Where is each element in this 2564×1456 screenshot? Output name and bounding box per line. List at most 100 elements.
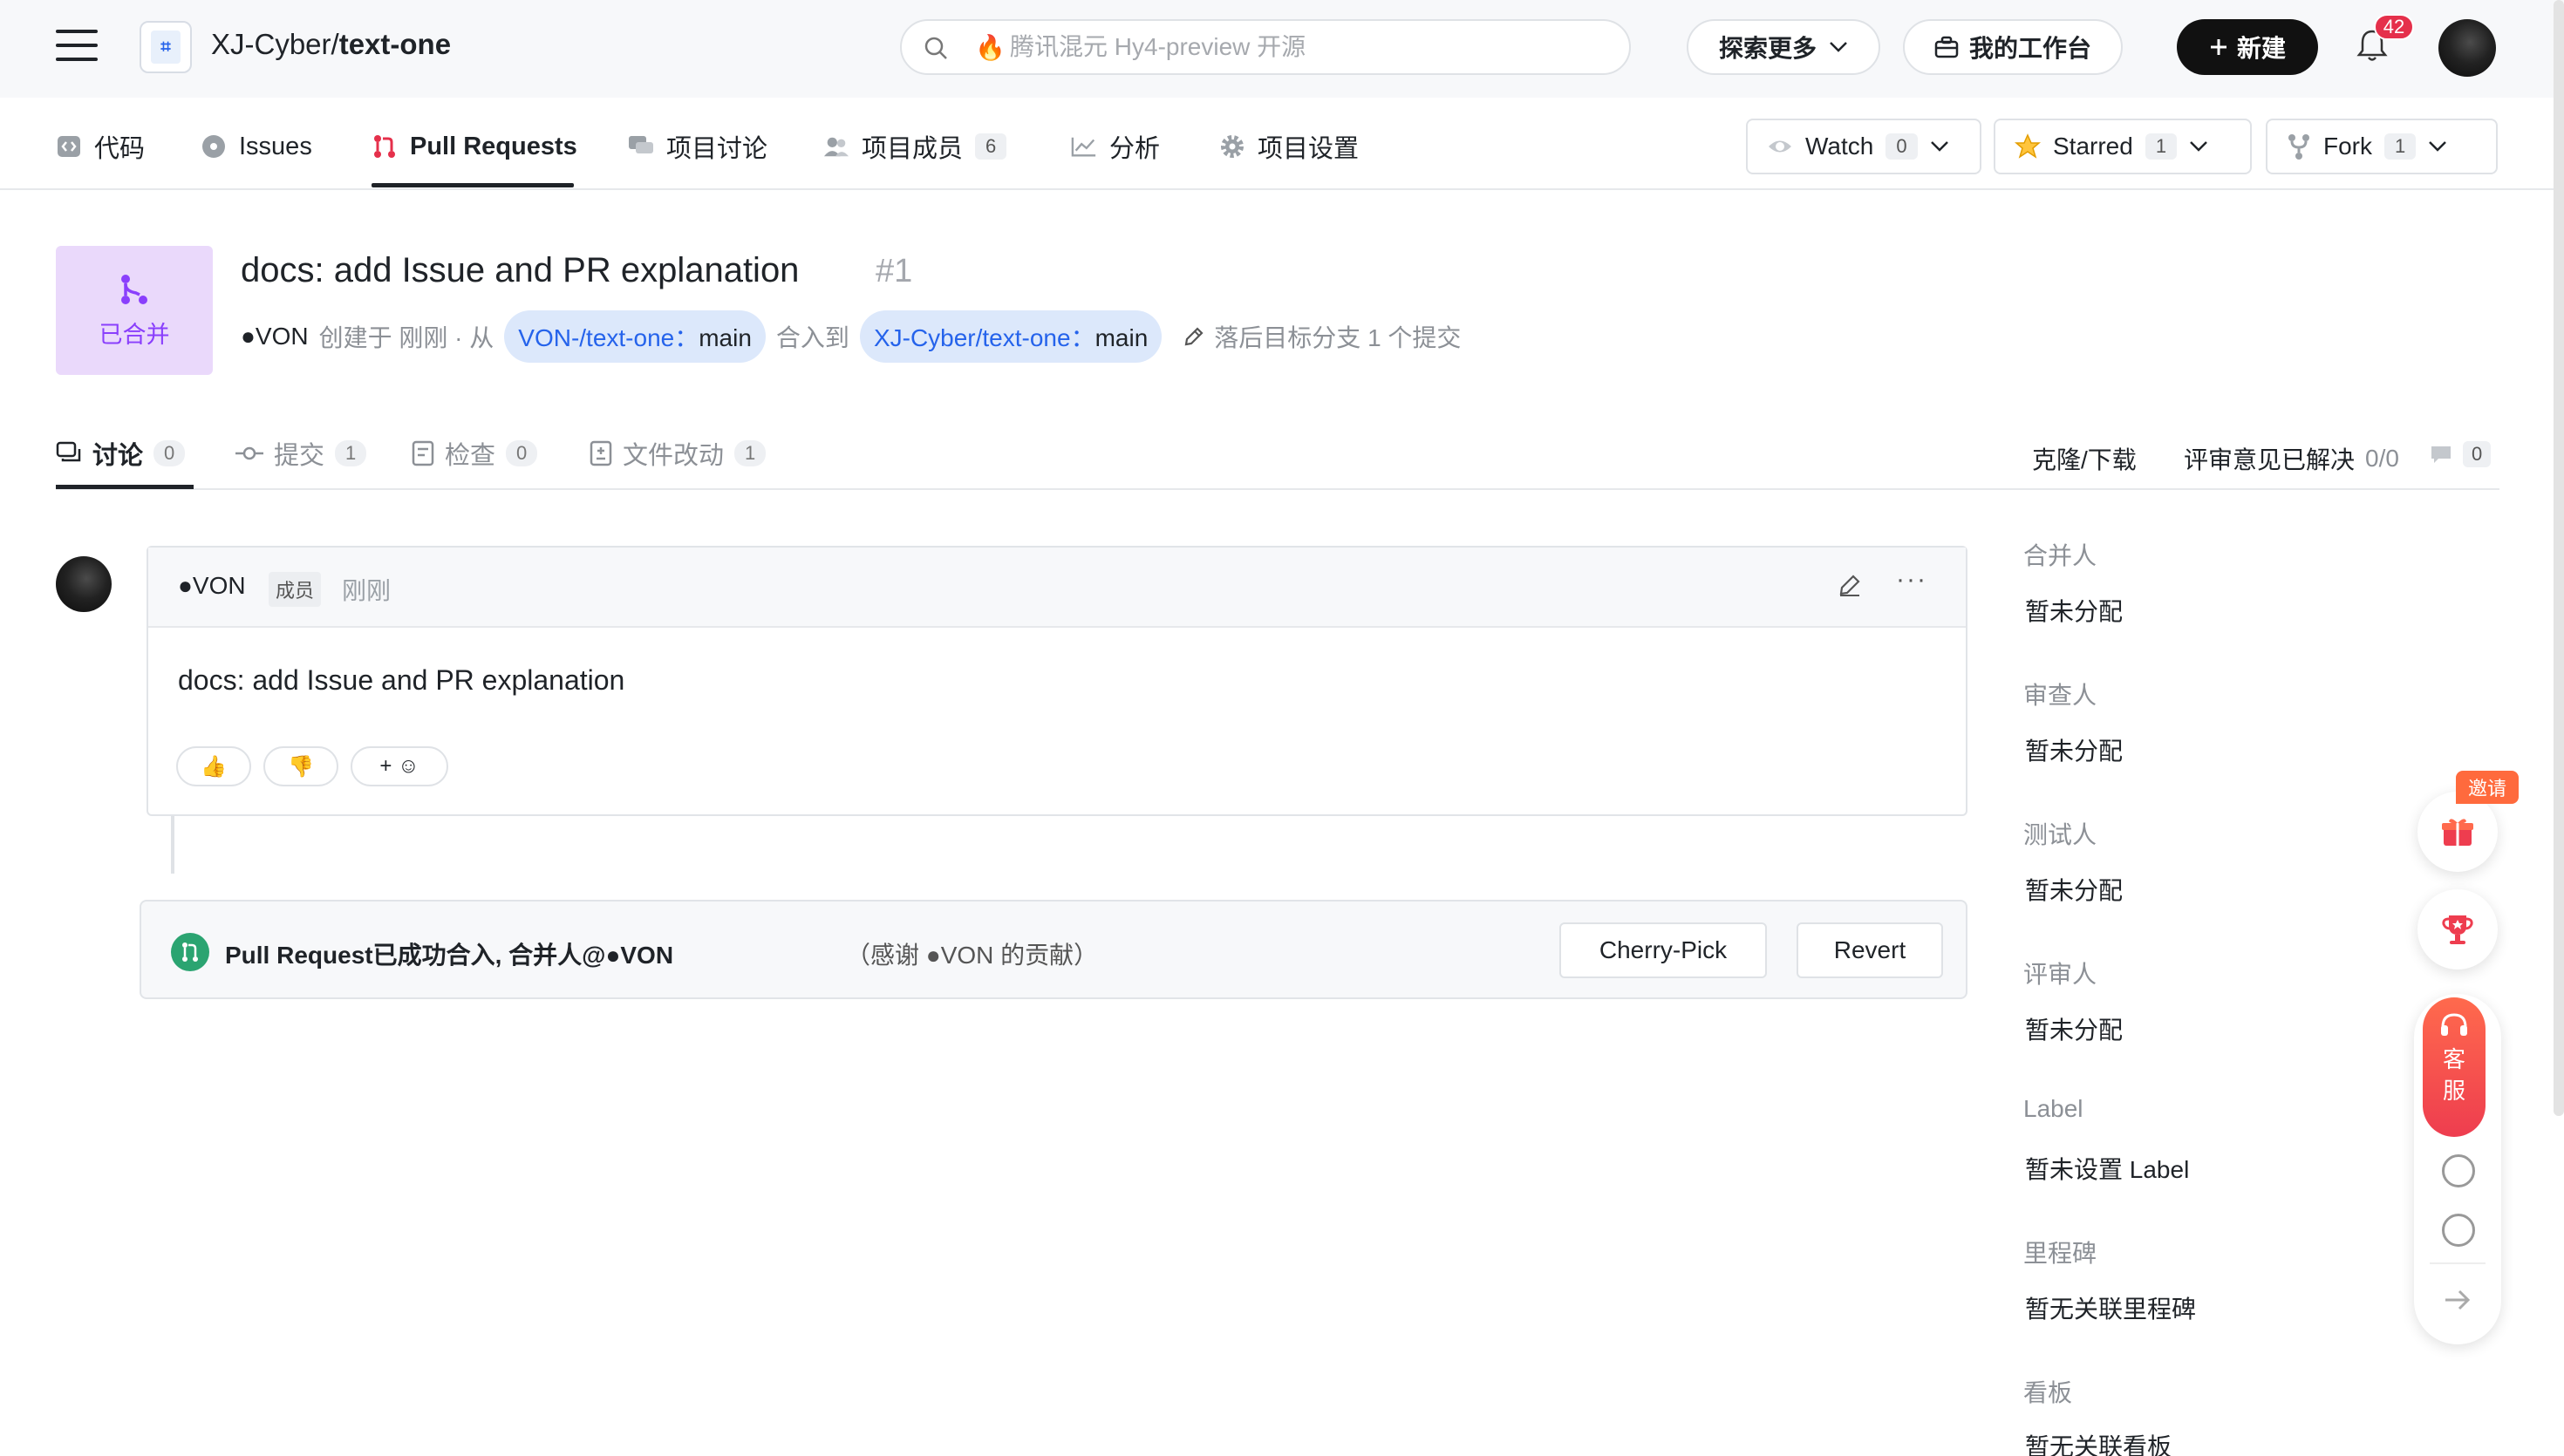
target-branch[interactable]: XJ-Cyber/text-one：main: [859, 310, 1163, 363]
chart-icon: [1071, 133, 1097, 160]
comment-card: ●VON 成员 刚刚 ··· docs: add Issue and PR ex…: [147, 546, 1967, 816]
sidebar-label-label[interactable]: Label: [2023, 1095, 2083, 1123]
add-emoji-icon: + ☺: [379, 754, 419, 778]
tab-discussion-label: 讨论: [92, 442, 144, 470]
new-label: 新建: [2236, 35, 2286, 62]
chevron-down-icon: [1930, 141, 1948, 152]
pr-tabs: 讨论 0 提交 1 检查 0 文件改动 1 克隆/下载 评审意见已解决 0/0 …: [56, 431, 2499, 490]
notification-badge[interactable]: 42: [2374, 14, 2414, 40]
trophy-icon: [2442, 915, 2473, 944]
clone-download-label: 克隆/下载: [2032, 446, 2137, 473]
sidebar-milestone-label[interactable]: 里程碑: [2023, 1235, 2097, 1269]
tab-checks-count: 0: [506, 440, 538, 466]
tab-checks-label: 检查: [445, 442, 496, 470]
cherry-pick-button[interactable]: Cherry-Pick: [1559, 922, 1767, 978]
tab-discussion[interactable]: 讨论 0: [56, 436, 186, 471]
user-avatar[interactable]: [2438, 19, 2496, 77]
nav-settings-label: 项目设置: [1258, 135, 1360, 163]
add-reaction-button[interactable]: + ☺: [351, 746, 448, 786]
repo-logo[interactable]: ⌗: [140, 21, 192, 73]
thumbs-down-icon: 👎: [288, 754, 314, 779]
comment-body: docs: add Issue and PR explanation: [178, 664, 625, 696]
new-button[interactable]: 新建: [2177, 19, 2318, 75]
search-icon: [924, 37, 947, 59]
eye-icon: [1769, 140, 1791, 153]
repo-name[interactable]: text-one: [339, 28, 451, 60]
repo-owner[interactable]: XJ-Cyber/: [211, 28, 339, 60]
target-branch-repo: XJ-Cyber/text-one：: [873, 324, 1095, 351]
tab-files-changed-count: 1: [734, 440, 767, 466]
comment-count-value: 0: [2463, 441, 2492, 467]
sidebar-board-value: 暂无关联看板: [2025, 1433, 2172, 1456]
fork-button[interactable]: Fork 1: [2266, 119, 2498, 174]
nav-settings[interactable]: 项目设置: [1219, 129, 1359, 164]
tab-checks[interactable]: 检查 0: [412, 436, 538, 471]
reaction-thumbs-down[interactable]: 👎: [263, 746, 338, 786]
watch-button[interactable]: Watch 0: [1746, 119, 1981, 174]
reaction-thumbs-up[interactable]: 👍: [176, 746, 251, 786]
nav-discussion[interactable]: 项目讨论: [628, 129, 767, 164]
sidebar-merger-value: 暂未分配: [2025, 598, 2124, 625]
star-button[interactable]: Starred 1: [1994, 119, 2252, 174]
comment-author[interactable]: ●VON: [178, 572, 246, 600]
fork-label: Fork: [2323, 133, 2372, 160]
issue-icon: [201, 133, 227, 160]
revert-button[interactable]: Revert: [1797, 922, 1943, 978]
invite-badge[interactable]: 邀请: [2456, 771, 2519, 804]
customer-service-button[interactable]: 客 服: [2423, 997, 2486, 1137]
nav-analytics[interactable]: 分析: [1071, 129, 1160, 164]
behind-commits[interactable]: 落后目标分支 1 个提交: [1183, 319, 1461, 354]
tab-commits[interactable]: 提交 1: [235, 436, 367, 471]
sidebar-tester-label[interactable]: 测试人: [2023, 816, 2097, 851]
thumbs-up-icon: 👍: [201, 754, 227, 779]
tab-files-changed[interactable]: 文件改动 1: [590, 436, 767, 471]
nav-issues[interactable]: Issues: [201, 129, 312, 164]
nav-members-count: 6: [975, 133, 1007, 160]
review-resolved-ratio: 0/0: [2365, 445, 2399, 472]
edit-icon[interactable]: [1837, 572, 1863, 598]
merged-message: Pull Request已成功合入, 合并人@●VON: [225, 942, 674, 969]
nav-members[interactable]: 项目成员 6: [823, 129, 1007, 164]
star-icon: [2015, 133, 2041, 159]
sidebar-reviewer-value: 暂未分配: [2025, 738, 2124, 765]
source-branch[interactable]: VON-/text-one：main: [504, 310, 766, 363]
file-diff-icon: [590, 440, 612, 466]
pr-author[interactable]: ●VON: [241, 323, 309, 350]
chevron-down-icon: [1830, 42, 1847, 52]
checklist-icon: [412, 440, 434, 466]
smiley-icon[interactable]: [2442, 1214, 2475, 1247]
merged-icon: [121, 274, 147, 304]
nav-code[interactable]: 代码: [56, 129, 145, 164]
tab-files-changed-label: 文件改动: [623, 442, 725, 470]
merge-into-label: 合入到: [775, 324, 849, 351]
sidebar-board-label[interactable]: 看板: [2023, 1374, 2072, 1409]
plus-icon: [2210, 39, 2226, 55]
page-scrollbar[interactable]: [2554, 0, 2564, 1116]
sidebar-evaluator-label[interactable]: 评审人: [2023, 956, 2097, 990]
search-box[interactable]: 🔥: [900, 19, 1631, 75]
comment-count[interactable]: 0: [2430, 441, 2492, 467]
sidebar-reviewer-label[interactable]: 审查人: [2023, 677, 2097, 711]
comment-role-badge: 成员: [269, 572, 322, 607]
workbench-button[interactable]: 我的工作台: [1903, 19, 2123, 75]
tab-commits-label: 提交: [274, 442, 325, 470]
menu-icon[interactable]: [56, 30, 98, 65]
explore-more-button[interactable]: 探索更多: [1687, 19, 1880, 75]
refresh-icon[interactable]: [2442, 1154, 2475, 1187]
trophy-button[interactable]: [2417, 889, 2498, 970]
arrow-right-icon[interactable]: [2442, 1287, 2473, 1313]
repo-path[interactable]: XJ-Cyber/text-one: [211, 28, 451, 61]
customer-service-char-1: 客: [2442, 1046, 2465, 1072]
clone-download-button[interactable]: 克隆/下载: [2032, 441, 2137, 476]
merged-status-box: Pull Request已成功合入, 合并人@●VON （感谢 ●VON 的贡献…: [140, 900, 1967, 999]
pr-number: #1: [876, 253, 913, 289]
review-status[interactable]: 评审意见已解决 0/0: [2184, 441, 2399, 476]
more-icon[interactable]: ···: [1896, 565, 1927, 595]
comment-author-avatar[interactable]: [56, 556, 112, 612]
search-input[interactable]: [1010, 30, 1603, 65]
nav-pull-requests[interactable]: Pull Requests: [372, 129, 577, 164]
sidebar-label-value: 暂未设置 Label: [2025, 1156, 2190, 1183]
sidebar-merger-label[interactable]: 合并人: [2023, 537, 2097, 572]
pr-state-label: 已合并: [99, 321, 170, 348]
members-icon: [823, 133, 849, 160]
